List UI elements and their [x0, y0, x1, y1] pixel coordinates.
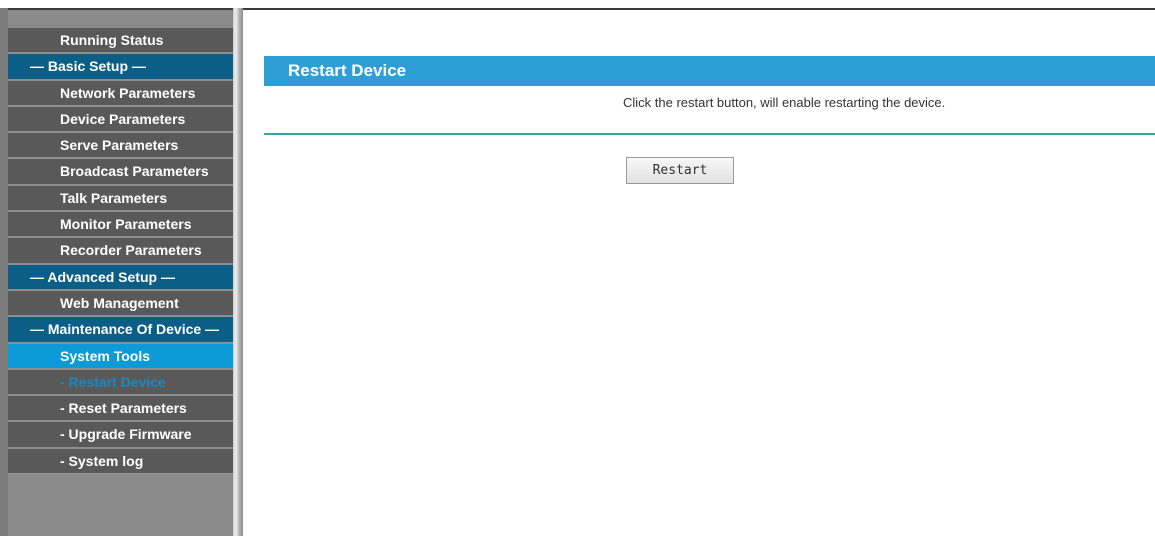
app-window: Running Status — Basic Setup — Network P… [0, 0, 1155, 536]
sidebar-item-broadcast-parameters[interactable]: Broadcast Parameters [8, 159, 233, 186]
sidebar-item-network-parameters[interactable]: Network Parameters [8, 80, 233, 107]
content-divider [264, 133, 1155, 135]
sidebar-section-maintenance-of-device[interactable]: — Maintenance Of Device — [8, 317, 233, 344]
sidebar-item-system-log[interactable]: - System log [8, 448, 233, 476]
left-border [0, 8, 8, 536]
restart-description: Click the restart button, will enable re… [623, 95, 946, 110]
main-content [243, 10, 1155, 536]
sidebar-section-basic-setup[interactable]: — Basic Setup — [8, 54, 233, 81]
restart-button[interactable]: Restart [626, 157, 734, 184]
sidebar-menu: Running Status — Basic Setup — Network P… [8, 28, 233, 476]
sidebar-item-upgrade-firmware[interactable]: - Upgrade Firmware [8, 422, 233, 449]
sidebar-item-serve-parameters[interactable]: Serve Parameters [8, 133, 233, 160]
sidebar-item-device-parameters[interactable]: Device Parameters [8, 106, 233, 134]
page-title: Restart Device [288, 61, 407, 80]
sidebar-section-advanced-setup[interactable]: — Advanced Setup — [8, 264, 233, 291]
sidebar-item-talk-parameters[interactable]: Talk Parameters [8, 185, 233, 213]
sidebar-divider [233, 8, 243, 536]
sidebar-item-restart-device[interactable]: - Restart Device [8, 369, 233, 397]
sidebar-item-reset-parameters[interactable]: - Reset Parameters [8, 396, 233, 423]
sidebar-item-web-management[interactable]: Web Management [8, 290, 233, 318]
sidebar-item-system-tools[interactable]: System Tools [8, 343, 233, 370]
sidebar-item-running-status[interactable]: Running Status [8, 28, 233, 55]
sidebar-item-recorder-parameters[interactable]: Recorder Parameters [8, 238, 233, 265]
sidebar-item-monitor-parameters[interactable]: Monitor Parameters [8, 212, 233, 239]
